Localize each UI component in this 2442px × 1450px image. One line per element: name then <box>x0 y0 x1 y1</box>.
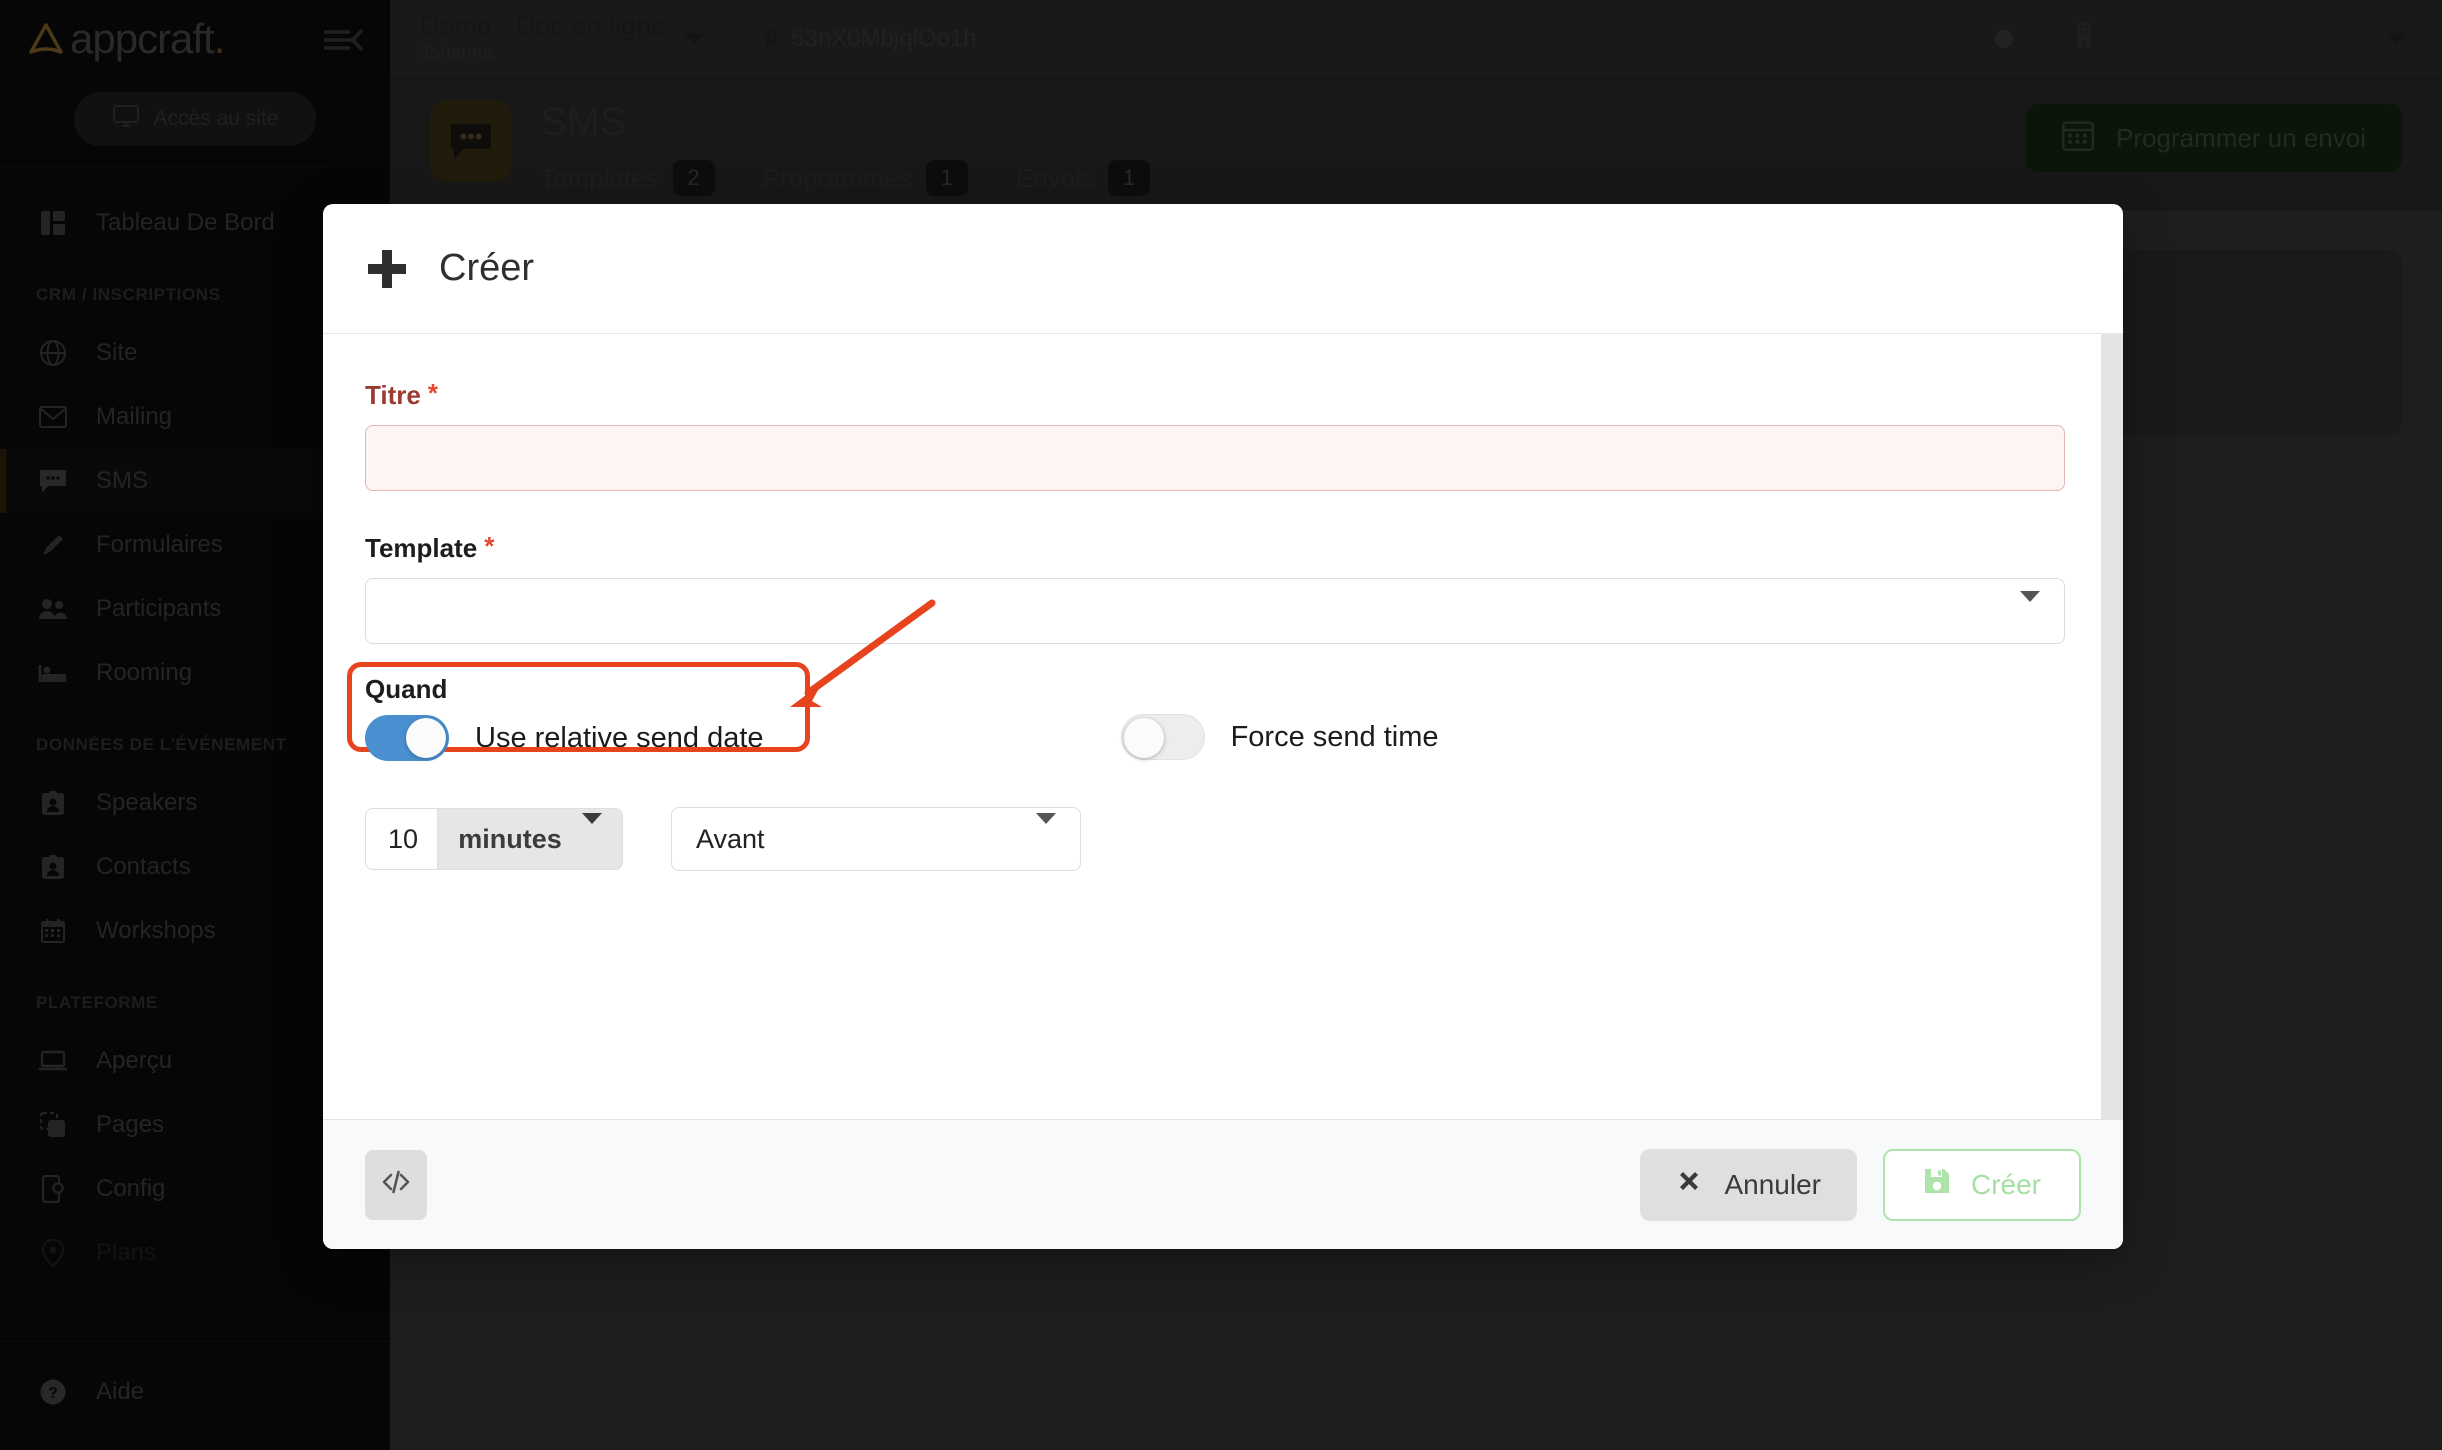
toggle-knob <box>406 718 446 758</box>
modal-body: Titre * Template * Quand <box>323 334 2123 1119</box>
modal-scrollbar[interactable] <box>2101 334 2123 1119</box>
required-asterisk: * <box>428 380 438 406</box>
chevron-down-icon <box>2020 602 2040 620</box>
when-toggles-row: Quand Use relative send date Force send … <box>365 674 2081 761</box>
app-root: appcraft. Accès au <box>0 0 2442 1450</box>
titre-field-label: Titre * <box>365 380 2081 411</box>
chevron-down-icon <box>1036 824 1056 855</box>
quand-group: Quand Use relative send date <box>365 674 764 761</box>
unit-select-value: minutes <box>458 824 562 855</box>
template-label-text: Template <box>365 533 477 564</box>
titre-input[interactable] <box>365 425 2065 491</box>
code-view-button[interactable] <box>365 1150 427 1220</box>
force-send-time-toggle[interactable] <box>1121 714 1205 760</box>
quand-label-text: Quand <box>365 674 447 705</box>
use-relative-send-date-group: Use relative send date <box>365 715 764 761</box>
cancel-button[interactable]: Annuler <box>1640 1149 1857 1221</box>
required-asterisk: * <box>484 533 494 559</box>
cancel-label: Annuler <box>1724 1169 1821 1201</box>
direction-select[interactable]: Avant <box>671 807 1081 871</box>
titre-label-text: Titre <box>365 380 421 411</box>
direction-select-value: Avant <box>696 824 765 855</box>
code-brackets-icon <box>381 1169 411 1200</box>
modal-footer-actions: Annuler Créer <box>1640 1149 2081 1221</box>
force-send-time-group: Force send time <box>1121 714 1439 760</box>
amount-input[interactable]: 10 <box>365 808 437 870</box>
create-label: Créer <box>1971 1169 2041 1201</box>
create-button[interactable]: Créer <box>1883 1149 2081 1221</box>
quand-field-label: Quand <box>365 674 764 705</box>
relative-date-row: 10 minutes Avant <box>365 807 2081 871</box>
force-send-time-label: Force send time <box>1231 721 1439 754</box>
plus-icon <box>365 247 409 291</box>
use-relative-send-date-toggle[interactable] <box>365 715 449 761</box>
amount-group: 10 minutes <box>365 808 623 870</box>
close-x-icon <box>1676 1168 1702 1201</box>
template-select[interactable] <box>365 578 2065 644</box>
modal-title: Créer <box>439 247 534 290</box>
template-field-label: Template * <box>365 533 2081 564</box>
create-modal: Créer Titre * Template * <box>323 204 2123 1249</box>
save-disk-icon <box>1923 1167 1951 1202</box>
use-relative-send-date-label: Use relative send date <box>475 722 764 755</box>
modal-footer: Annuler Créer <box>323 1119 2123 1249</box>
unit-select[interactable]: minutes <box>437 808 623 870</box>
toggle-knob <box>1124 718 1164 758</box>
modal-header: Créer <box>323 204 2123 334</box>
chevron-down-icon <box>582 824 602 855</box>
